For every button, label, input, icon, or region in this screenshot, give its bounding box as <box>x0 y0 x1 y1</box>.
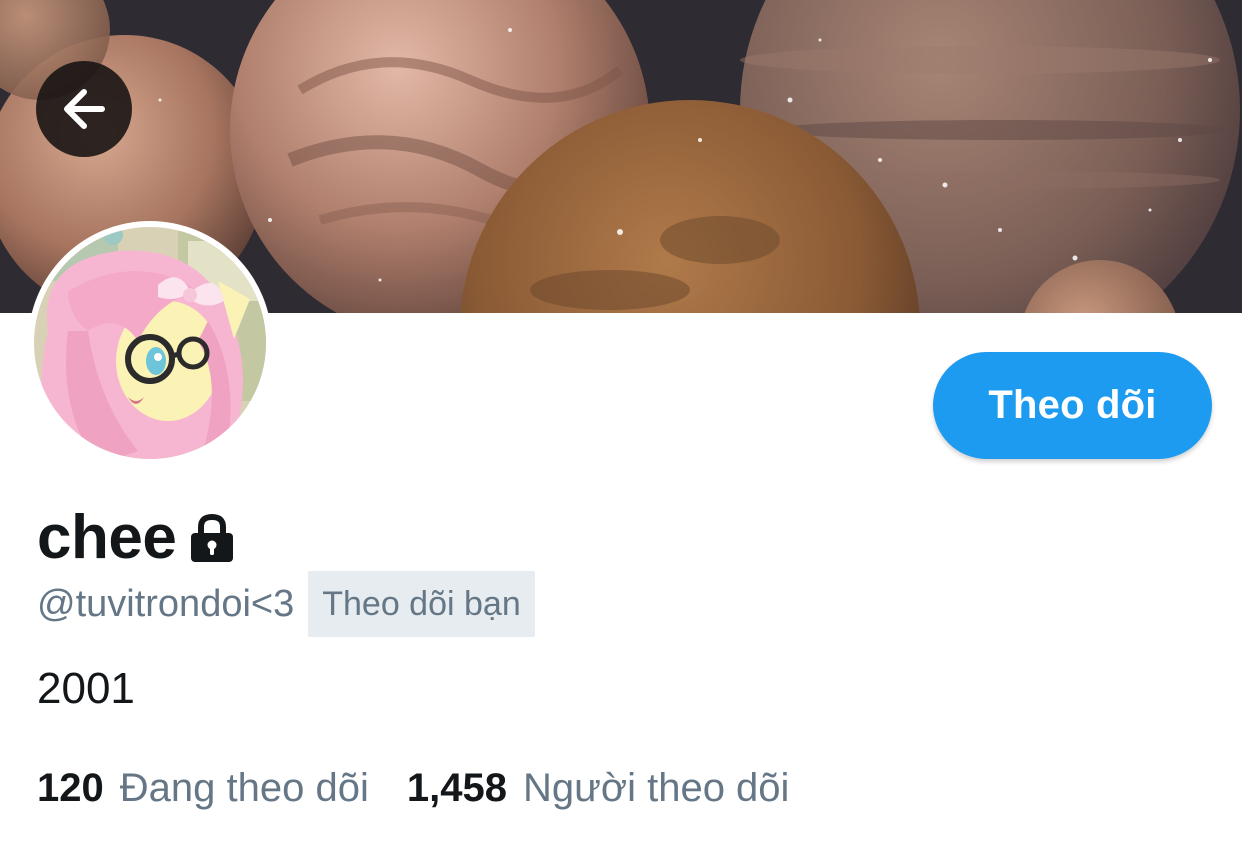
profile-bio: 2001 <box>37 664 135 713</box>
following-count: 120 <box>37 766 104 810</box>
follows-you-badge: Theo dõi bạn <box>308 571 535 637</box>
profile-stats: 120 Đang theo dõi 1,458 Người theo dõi <box>37 766 789 811</box>
following-stat[interactable]: 120 Đang theo dõi <box>37 766 369 811</box>
profile-page: Theo dõi chee @tuvitrondoi<3 Theo dõi bạ… <box>0 0 1242 859</box>
username-handle: @tuvitrondoi<3 <box>37 582 295 625</box>
followers-stat[interactable]: 1,458 Người theo dõi <box>407 766 790 811</box>
following-label: Đang theo dõi <box>119 766 369 810</box>
arrow-left-icon <box>64 89 105 129</box>
followers-count: 1,458 <box>406 766 507 810</box>
avatar[interactable] <box>28 221 272 465</box>
avatar-image <box>30 223 270 463</box>
follow-button[interactable]: Theo dõi <box>933 352 1212 459</box>
display-name: chee <box>37 502 177 572</box>
followers-label: Người theo dõi <box>522 766 790 810</box>
back-button[interactable] <box>36 61 132 157</box>
display-name-row: chee <box>37 497 236 577</box>
handle-row: @tuvitrondoi<3 Theo dõi bạn <box>37 571 535 637</box>
lock-icon <box>188 513 236 568</box>
